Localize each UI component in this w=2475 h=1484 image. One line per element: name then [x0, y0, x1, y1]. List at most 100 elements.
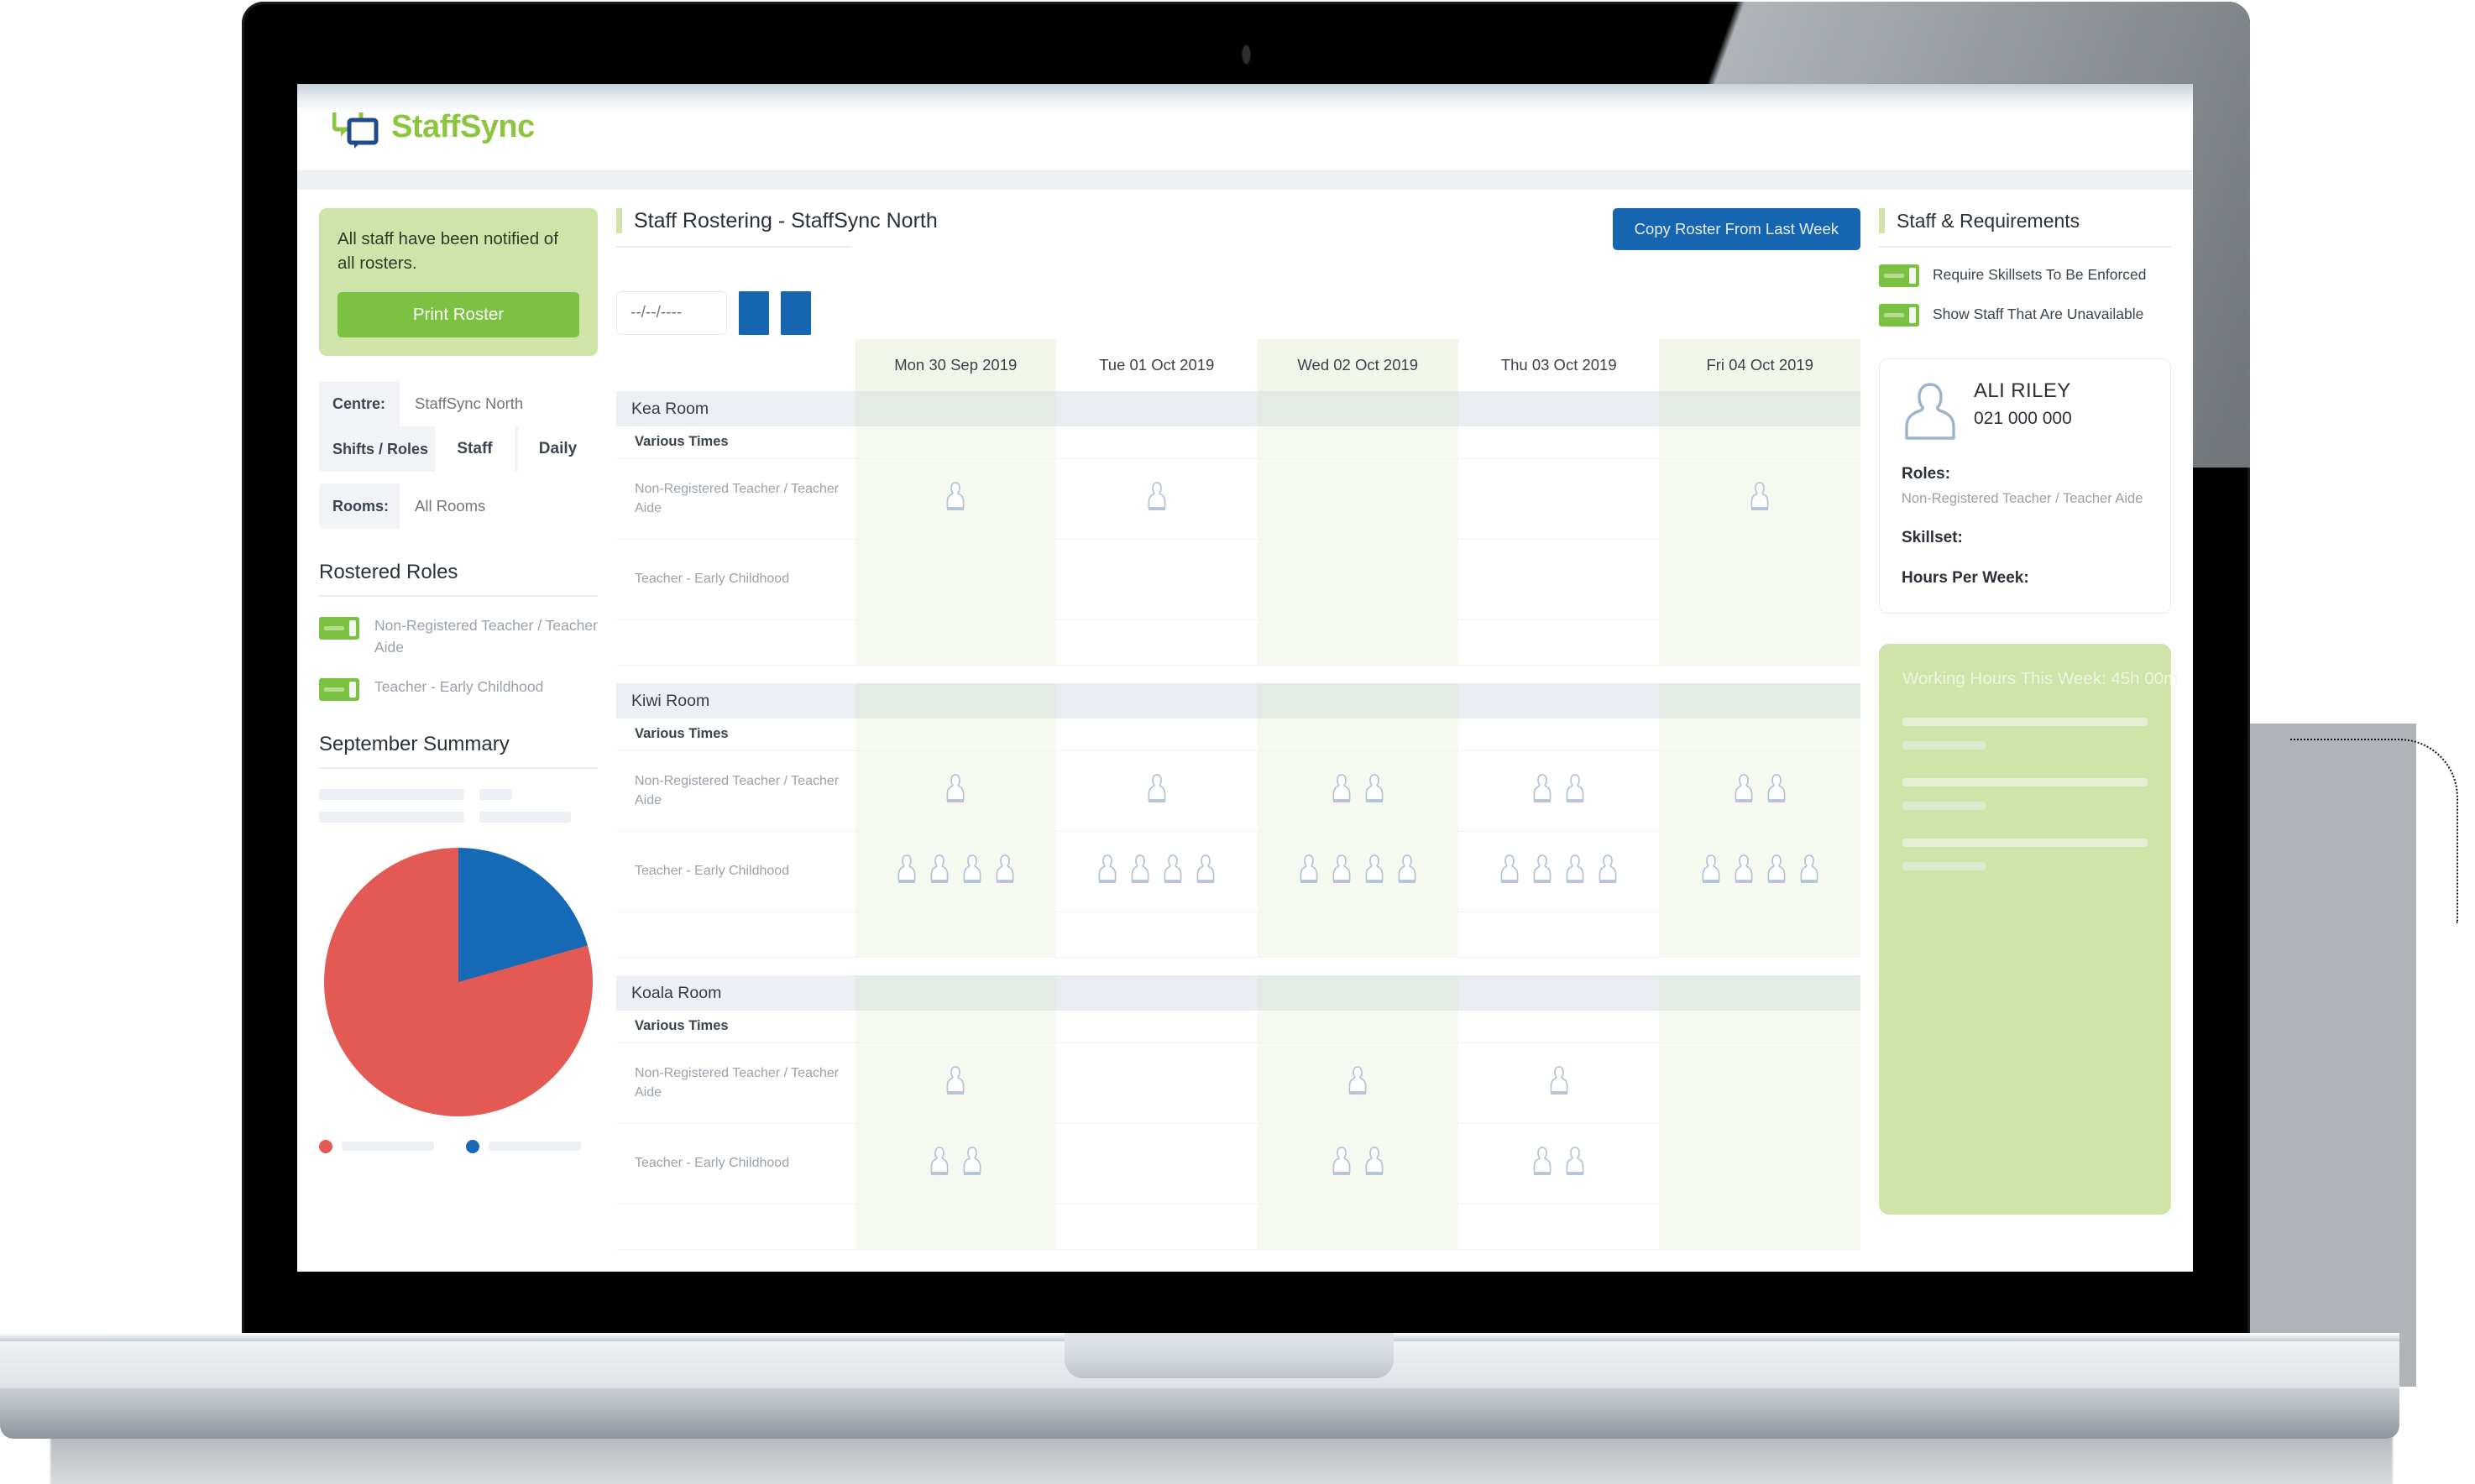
person-icon[interactable] — [992, 853, 1018, 891]
roster-cell[interactable] — [1659, 1042, 1860, 1124]
summary-divider — [319, 766, 598, 769]
staff-icon-group — [1659, 480, 1860, 518]
toggle-switch-icon[interactable] — [319, 677, 359, 701]
person-icon[interactable] — [1329, 772, 1354, 810]
roster-cell[interactable] — [1056, 750, 1258, 832]
person-icon[interactable] — [1747, 480, 1772, 518]
person-icon[interactable] — [1193, 853, 1218, 891]
roster-cell[interactable] — [1457, 750, 1660, 832]
person-icon[interactable] — [894, 853, 919, 891]
person-icon[interactable] — [1362, 1145, 1387, 1183]
roster-cell[interactable] — [1457, 458, 1660, 540]
person-icon[interactable] — [1530, 853, 1555, 891]
person-icon[interactable] — [1731, 772, 1756, 810]
roster-cell[interactable] — [855, 1042, 1057, 1124]
roster-cell[interactable] — [1457, 1123, 1660, 1204]
roster-cell[interactable] — [1056, 539, 1258, 620]
person-icon[interactable] — [1144, 772, 1169, 810]
hours-per-week-field-label: Hours Per Week: — [1902, 569, 2029, 587]
role-label: Non-Registered Teacher / Teacher Aide — [616, 1042, 856, 1124]
staff-view-button[interactable]: Staff — [435, 426, 515, 473]
person-icon[interactable] — [1095, 853, 1120, 891]
laptop-base-notch — [1065, 1333, 1394, 1378]
person-icon[interactable] — [1160, 853, 1185, 891]
roster-cell[interactable] — [1257, 750, 1458, 832]
person-icon[interactable] — [943, 480, 968, 518]
staff-icon-group — [1458, 853, 1659, 891]
toggle-switch-icon[interactable] — [1879, 264, 1919, 287]
person-icon[interactable] — [1128, 853, 1153, 891]
rooms-input[interactable] — [400, 483, 598, 530]
roster-cell[interactable] — [1056, 1042, 1258, 1124]
roster-cell[interactable] — [855, 539, 1057, 620]
person-icon[interactable] — [1698, 853, 1724, 891]
roster-cell[interactable] — [855, 1123, 1057, 1204]
brand-logo[interactable]: StaffSync — [332, 104, 535, 150]
requirement-toggle-1[interactable]: Show Staff That Are Unavailable — [1879, 302, 2171, 327]
roster-cell[interactable] — [855, 750, 1057, 832]
person-icon[interactable] — [1562, 853, 1588, 891]
person-icon[interactable] — [927, 853, 952, 891]
person-icon[interactable] — [1562, 772, 1588, 810]
rostered-role-item-1[interactable]: Teacher - Early Childhood — [319, 677, 598, 701]
hours-placeholder-bar — [1902, 802, 1986, 810]
person-icon[interactable] — [1345, 1064, 1370, 1102]
roster-cell[interactable] — [1659, 750, 1860, 832]
person-icon[interactable] — [1329, 853, 1354, 891]
person-icon[interactable] — [1530, 772, 1555, 810]
roster-cell[interactable] — [1257, 831, 1458, 912]
person-icon[interactable] — [1296, 853, 1321, 891]
roster-cell[interactable] — [1056, 1123, 1258, 1204]
centre-label: Centre: — [332, 395, 386, 412]
toggle-switch-icon[interactable] — [1879, 304, 1919, 327]
prev-week-button[interactable] — [739, 291, 769, 335]
staff-detail-card[interactable]: ALI RILEY 021 000 000 Roles: Non-Registe… — [1879, 358, 2171, 614]
person-icon[interactable] — [927, 1145, 952, 1183]
roster-cell[interactable] — [855, 458, 1057, 540]
person-icon[interactable] — [1530, 1145, 1555, 1183]
centre-input[interactable] — [400, 381, 598, 427]
person-icon[interactable] — [1562, 1145, 1588, 1183]
print-roster-button[interactable]: Print Roster — [338, 292, 579, 338]
person-icon[interactable] — [1764, 853, 1789, 891]
person-icon[interactable] — [1362, 853, 1387, 891]
toggle-switch-icon[interactable] — [319, 617, 359, 640]
skeleton-row — [319, 811, 598, 823]
roster-cell[interactable] — [1056, 831, 1258, 912]
person-icon[interactable] — [1362, 772, 1387, 810]
roster-cell[interactable] — [1457, 831, 1660, 912]
requirement-toggle-0[interactable]: Require Skillsets To Be Enforced — [1879, 263, 2171, 287]
roster-cell[interactable] — [1659, 831, 1860, 912]
person-icon[interactable] — [1731, 853, 1756, 891]
person-icon[interactable] — [960, 853, 985, 891]
roster-cell[interactable] — [1056, 458, 1258, 540]
copy-roster-button[interactable]: Copy Roster From Last Week — [1612, 208, 1860, 250]
roster-cell[interactable] — [1257, 1123, 1458, 1204]
roster-cell[interactable] — [1659, 458, 1860, 540]
roster-cell[interactable] — [1457, 539, 1660, 620]
person-icon[interactable] — [1797, 853, 1822, 891]
staff-icon-group — [1056, 853, 1257, 891]
roster-cell[interactable] — [1257, 539, 1458, 620]
date-picker-input[interactable] — [616, 291, 727, 335]
roster-cell[interactable] — [1659, 539, 1860, 620]
roster-cell[interactable] — [855, 831, 1057, 912]
roster-grid-scroll[interactable]: Mon 30 Sep 2019 Tue 01 Oct 2019 Wed 02 Oct… — [616, 339, 1860, 1272]
person-icon[interactable] — [1764, 772, 1789, 810]
person-icon[interactable] — [1546, 1064, 1572, 1102]
person-icon[interactable] — [960, 1145, 985, 1183]
roster-cell[interactable] — [1257, 1042, 1458, 1124]
person-icon[interactable] — [1394, 853, 1420, 891]
roster-cell[interactable] — [1659, 1123, 1860, 1204]
roster-cell[interactable] — [1257, 458, 1458, 540]
daily-view-button[interactable]: Daily — [518, 426, 598, 473]
person-icon[interactable] — [943, 772, 968, 810]
next-week-button[interactable] — [781, 291, 811, 335]
roster-cell[interactable] — [1457, 1042, 1660, 1124]
person-icon[interactable] — [1329, 1145, 1354, 1183]
person-icon[interactable] — [1497, 853, 1522, 891]
person-icon[interactable] — [943, 1064, 968, 1102]
rostered-role-item-0[interactable]: Non-Registered Teacher / Teacher Aide — [319, 615, 598, 658]
person-icon[interactable] — [1595, 853, 1620, 891]
person-icon[interactable] — [1144, 480, 1169, 518]
